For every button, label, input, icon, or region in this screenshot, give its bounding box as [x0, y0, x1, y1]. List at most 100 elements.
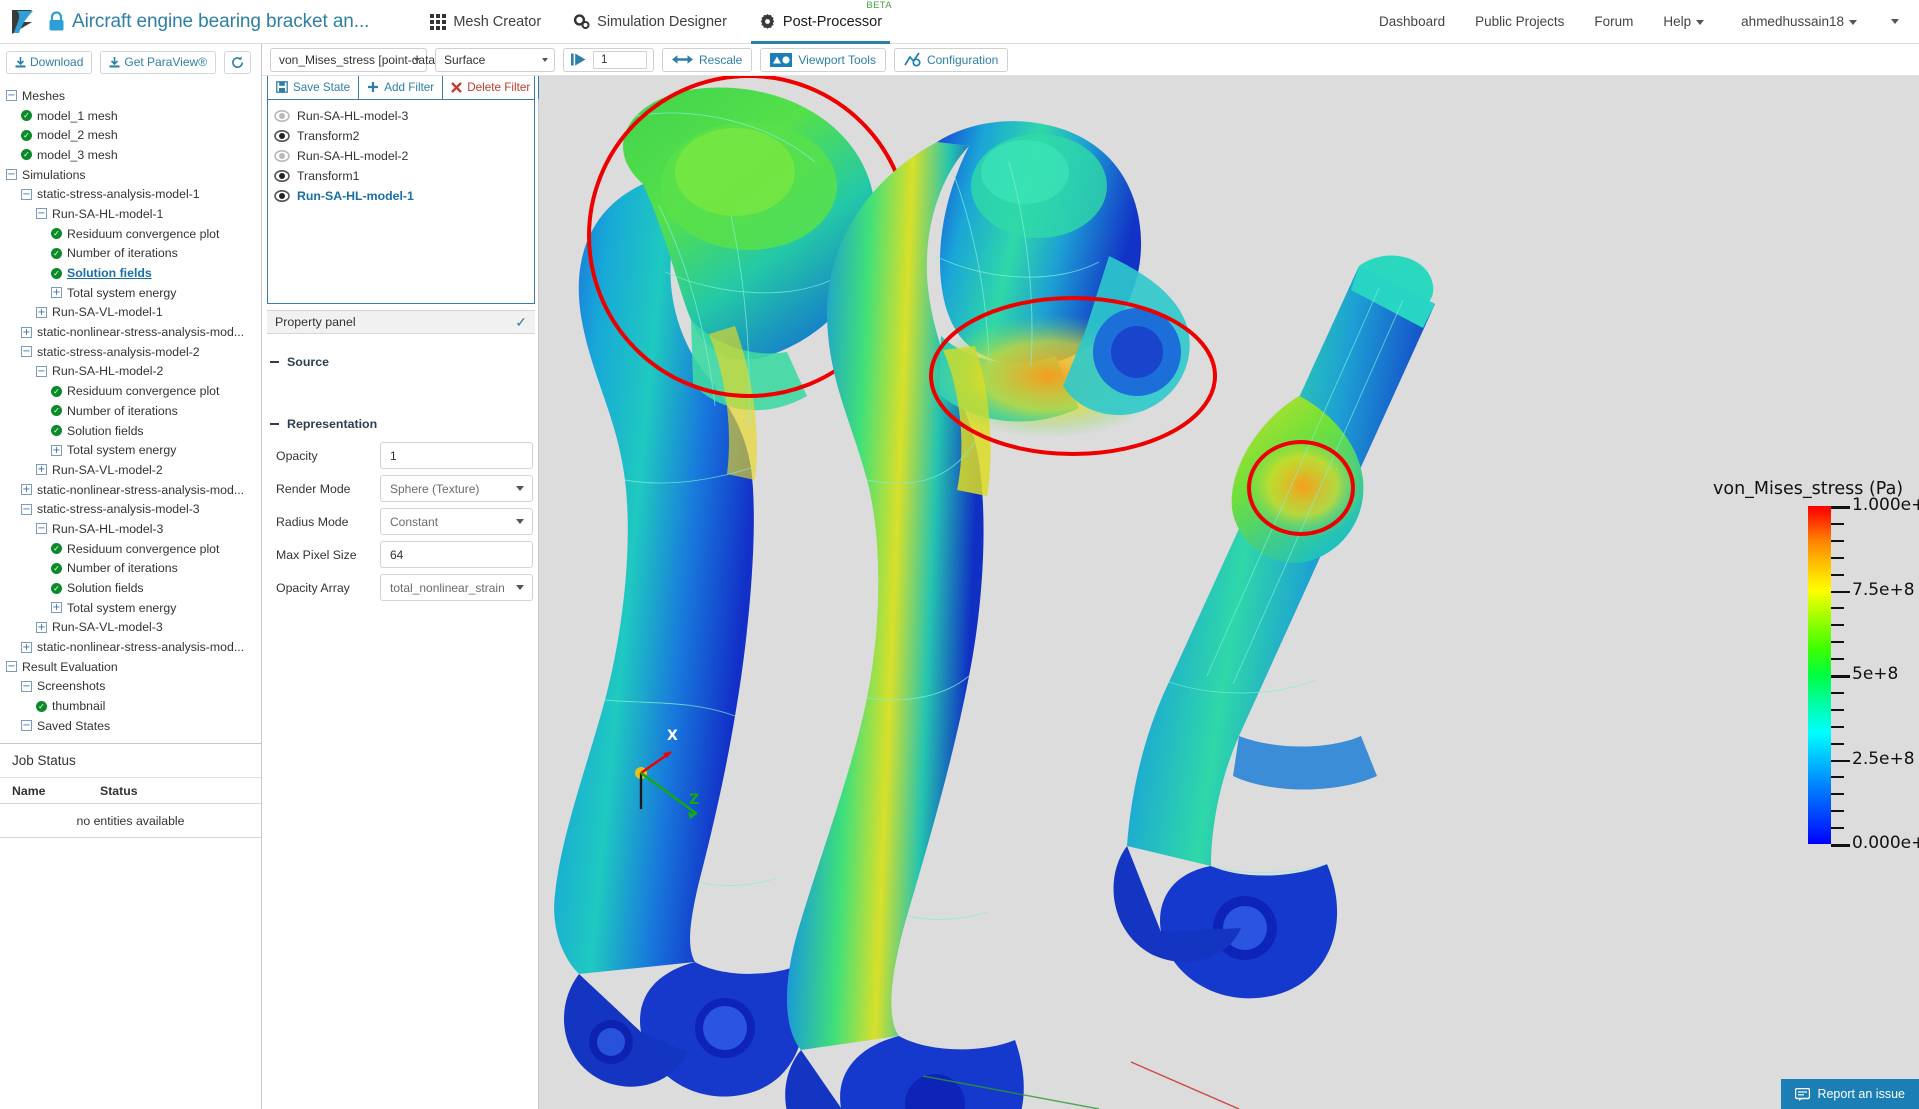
pipeline-item-label: Transform2 — [297, 129, 359, 143]
tree-item[interactable]: ✓SA-HL — [0, 736, 261, 739]
pipeline-item[interactable]: Run-SA-HL-model-1 — [274, 186, 534, 206]
legend-minor-tick — [1831, 793, 1844, 795]
tree-item[interactable]: −static-stress-analysis-model-3 — [0, 499, 261, 519]
tree-item[interactable]: ✓Residuum convergence plot — [0, 381, 261, 401]
pipeline-item[interactable]: Run-SA-HL-model-2 — [274, 146, 534, 166]
expand-toggle-icon[interactable]: + — [21, 484, 32, 495]
tree-item[interactable]: +Run-SA-VL-model-3 — [0, 618, 261, 638]
tree-item[interactable]: ✓thumbnail — [0, 696, 261, 716]
property-section-header[interactable]: Representation — [262, 417, 539, 431]
settings-chevron-down-icon[interactable] — [1891, 19, 1899, 24]
tree-item[interactable]: −static-stress-analysis-model-2 — [0, 342, 261, 362]
render-viewport[interactable]: X Z von_Mises_stress (Pa) 1.000e+097.5e+… — [539, 76, 1919, 1109]
configuration-button[interactable]: Configuration — [894, 48, 1008, 72]
pipeline-item[interactable]: Transform1 — [274, 166, 534, 186]
refresh-button[interactable] — [224, 51, 251, 74]
expand-toggle-icon[interactable]: + — [36, 307, 47, 318]
property-select[interactable]: total_nonlinear_strain — [380, 574, 533, 601]
expand-toggle-icon[interactable]: + — [36, 464, 47, 475]
collapse-toggle-icon[interactable]: − — [6, 169, 17, 180]
collapse-toggle-icon[interactable]: − — [36, 208, 47, 219]
nav-link-dashboard[interactable]: Dashboard — [1364, 14, 1460, 29]
tree-item[interactable]: ✓Number of iterations — [0, 401, 261, 421]
collapse-toggle-icon[interactable]: − — [36, 523, 47, 534]
tab-post-processor[interactable]: Post-Processor BETA — [743, 0, 898, 44]
pipeline-item[interactable]: Run-SA-HL-model-3 — [274, 106, 534, 126]
tree-item[interactable]: ✓Solution fields — [0, 421, 261, 441]
representation-select[interactable]: Surface — [435, 48, 555, 72]
get-paraview-button[interactable]: Get ParaView® — [100, 51, 216, 74]
tab-mesh-creator[interactable]: Mesh Creator — [414, 0, 557, 44]
expand-toggle-icon[interactable]: + — [36, 622, 47, 633]
tree-item[interactable]: −Result Evaluation — [0, 657, 261, 677]
tree-item[interactable]: +Total system energy — [0, 440, 261, 460]
property-input[interactable]: 1 — [380, 442, 533, 469]
expand-toggle-icon[interactable]: + — [21, 642, 32, 653]
tree-item[interactable]: ✓model_3 mesh — [0, 145, 261, 165]
field-select[interactable]: von_Mises_stress [point-data] — [270, 48, 427, 72]
rescale-button[interactable]: Rescale — [662, 48, 752, 72]
column-header-name: Name — [0, 784, 100, 798]
add-filter-button[interactable]: Add Filter — [359, 75, 443, 99]
tree-item[interactable]: ✓Residuum convergence plot — [0, 224, 261, 244]
download-button[interactable]: Download — [6, 51, 92, 74]
viewport-tools-button[interactable]: Viewport Tools — [760, 48, 886, 72]
collapse-toggle-icon[interactable]: − — [6, 90, 17, 101]
tree-item[interactable]: −Meshes — [0, 86, 261, 106]
tree-item[interactable]: ✓model_1 mesh — [0, 106, 261, 126]
timestep-input[interactable]: 1 — [593, 51, 647, 69]
visibility-eye-icon[interactable] — [274, 149, 290, 163]
tree-item[interactable]: −Simulations — [0, 165, 261, 185]
collapse-toggle-icon[interactable]: − — [21, 720, 32, 731]
tree-item[interactable]: ✓Number of iterations — [0, 559, 261, 579]
nav-link-forum[interactable]: Forum — [1579, 14, 1648, 29]
tree-item[interactable]: −static-stress-analysis-model-1 — [0, 184, 261, 204]
collapse-toggle-icon[interactable]: − — [21, 189, 32, 200]
tree-item[interactable]: ✓Solution fields — [0, 578, 261, 598]
tree-item[interactable]: +Run-SA-VL-model-1 — [0, 303, 261, 323]
collapse-toggle-icon[interactable]: − — [21, 346, 32, 357]
apply-check-icon[interactable]: ✓ — [515, 314, 527, 331]
expand-toggle-icon[interactable]: + — [51, 445, 62, 456]
tab-simulation-designer[interactable]: Simulation Designer — [557, 0, 743, 44]
visibility-eye-icon[interactable] — [274, 109, 290, 123]
collapse-toggle-icon[interactable]: − — [36, 366, 47, 377]
tree-item[interactable]: ✓Residuum convergence plot — [0, 539, 261, 559]
pipeline-item[interactable]: Transform2 — [274, 126, 534, 146]
tree-item[interactable]: +Total system energy — [0, 283, 261, 303]
property-select[interactable]: Constant — [380, 508, 533, 535]
tree-item[interactable]: −Screenshots — [0, 677, 261, 697]
tree-item[interactable]: +static-nonlinear-stress-analysis-mod... — [0, 322, 261, 342]
tree-item[interactable]: −Saved States — [0, 716, 261, 736]
tree-item[interactable]: ✓Number of iterations — [0, 244, 261, 264]
tree-item[interactable]: −Run-SA-HL-model-3 — [0, 519, 261, 539]
tree-item[interactable]: +static-nonlinear-stress-analysis-mod... — [0, 637, 261, 657]
expand-toggle-icon[interactable]: + — [51, 602, 62, 613]
expand-toggle-icon[interactable]: + — [21, 327, 32, 338]
collapse-toggle-icon[interactable]: − — [21, 681, 32, 692]
tree-item[interactable]: ✓model_2 mesh — [0, 125, 261, 145]
tree-item[interactable]: +Total system energy — [0, 598, 261, 618]
property-section-header[interactable]: Source — [262, 355, 539, 369]
collapse-toggle-icon[interactable]: − — [6, 661, 17, 672]
visibility-eye-icon[interactable] — [274, 189, 290, 203]
play-icon[interactable] — [570, 51, 587, 68]
tree-item[interactable]: +Run-SA-VL-model-2 — [0, 460, 261, 480]
tree-item[interactable]: ✓Solution fields — [0, 263, 261, 283]
tree-item[interactable]: −Run-SA-HL-model-2 — [0, 362, 261, 382]
user-menu[interactable]: ahmedhussain18 — [1719, 14, 1863, 29]
visibility-eye-icon[interactable] — [274, 169, 290, 183]
collapse-toggle-icon[interactable]: − — [21, 504, 32, 515]
nav-link-help[interactable]: Help — [1648, 14, 1719, 29]
tree-item[interactable]: +static-nonlinear-stress-analysis-mod... — [0, 480, 261, 500]
legend-tick-label: 5e+8 — [1852, 664, 1898, 684]
report-issue-button[interactable]: Report an issue — [1781, 1079, 1919, 1109]
property-input[interactable]: 64 — [380, 541, 533, 568]
visibility-eye-icon[interactable] — [274, 129, 290, 143]
nav-link-public-projects[interactable]: Public Projects — [1460, 14, 1579, 29]
delete-filter-button[interactable]: Delete Filter — [443, 75, 539, 99]
save-state-button[interactable]: Save State — [268, 75, 359, 99]
expand-toggle-icon[interactable]: + — [51, 287, 62, 298]
property-select[interactable]: Sphere (Texture) — [380, 475, 533, 502]
tree-item[interactable]: −Run-SA-HL-model-1 — [0, 204, 261, 224]
